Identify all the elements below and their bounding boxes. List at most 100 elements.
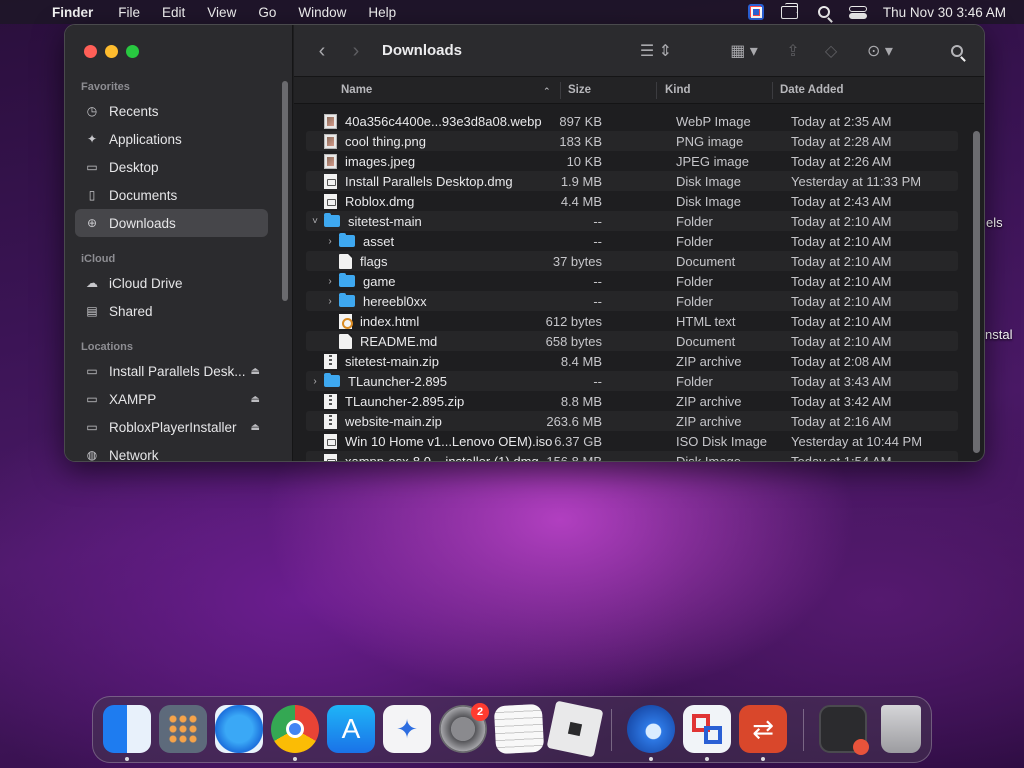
forward-button[interactable]: › (346, 40, 366, 62)
menu-file[interactable]: File (107, 5, 151, 20)
eject-icon[interactable]: ⏏ (251, 366, 260, 377)
sidebar-item-network[interactable]: ◍ Network (75, 441, 268, 462)
sidebar-item-applications[interactable]: ✦ Applications (75, 125, 268, 153)
back-button[interactable]: ‹ (312, 40, 332, 62)
app-store-dock-icon[interactable]: A (327, 705, 375, 753)
finder-dock-icon[interactable] (103, 705, 151, 753)
safari-dock-icon[interactable] (215, 705, 263, 753)
sidebar-item-shared[interactable]: ▤ Shared (75, 297, 268, 325)
group-view-icon[interactable]: ▦ ▾ (724, 40, 764, 62)
disclosure-triangle-icon[interactable]: ˅ (309, 216, 321, 227)
remote-desktop-dock-icon[interactable]: ⇄ (739, 705, 787, 753)
file-name: Win 10 Home v1...Lenovo OEM).iso (345, 433, 553, 449)
table-row[interactable]: cool thing.png 183 KB PNG image Today at 2:… (306, 131, 958, 151)
file-date-added: Yesterday at 11:33 PM (791, 173, 922, 189)
textedit-dock-icon[interactable] (493, 703, 545, 755)
table-row[interactable]: README.md 658 bytes Document Today at 2:10 … (306, 331, 958, 351)
sidebar-section-locations: Locations (81, 341, 133, 353)
desktop-icon-label[interactable]: els (986, 215, 1003, 230)
list-view-icon[interactable]: ☰ ⇕ (636, 40, 676, 62)
file-name-cell: README.md (324, 333, 437, 349)
sidebar-item-documents[interactable]: ▯ Documents (75, 181, 268, 209)
table-row[interactable]: › TLauncher-2.895 -- Folder Today at 3:43 AM (306, 371, 958, 391)
desktop-icon-label[interactable]: nstal (985, 327, 1012, 342)
file-size: 897 KB (559, 113, 602, 129)
table-row[interactable]: TLauncher-2.895.zip 8.8 MB ZIP archive Toda… (306, 391, 958, 411)
instruments-dock-icon[interactable]: ✦ (383, 705, 431, 753)
sidebar-item-label: XAMPP (109, 391, 157, 407)
table-row[interactable]: ˅ sitetest-main -- Folder Today at 2:10 AM (306, 211, 958, 231)
screen-recording-dock-icon[interactable] (819, 705, 869, 755)
table-row[interactable]: images.jpeg 10 KB JPEG image Today at 2:26 … (306, 151, 958, 171)
parallels-status-icon[interactable] (739, 0, 773, 24)
file-date-added: Today at 2:10 AM (791, 253, 892, 269)
document-icon (339, 333, 352, 349)
search-icon[interactable] (946, 40, 968, 62)
table-row[interactable]: index.html 612 bytes HTML text Today at 2:1… (306, 311, 958, 331)
table-row[interactable]: › game -- Folder Today at 2:10 AM (306, 271, 958, 291)
column-header-name[interactable]: Name (341, 84, 372, 96)
spotlight-search-icon[interactable] (807, 0, 841, 24)
table-row[interactable]: flags 37 bytes Document Today at 2:10 AM (306, 251, 958, 271)
file-name: 40a356c4400e...93e3d8a08.webp (345, 113, 542, 129)
parallels-dock-icon[interactable] (683, 705, 731, 753)
table-row[interactable]: Install Parallels Desktop.dmg 1.9 MB Disk … (306, 171, 958, 191)
column-header-kind[interactable]: Kind (665, 84, 691, 96)
sidebar-item-desktop[interactable]: ▭ Desktop (75, 153, 268, 181)
menu-go[interactable]: Go (247, 5, 287, 20)
disclosure-triangle-icon[interactable]: › (324, 296, 336, 307)
document-icon (339, 253, 352, 269)
menu-help[interactable]: Help (357, 5, 407, 20)
roblox-dock-icon[interactable] (546, 700, 604, 758)
disclosure-triangle-icon[interactable]: › (324, 236, 336, 247)
table-row[interactable]: xampp-osx-8.0....installer (1).dmg 156.8 … (306, 451, 958, 461)
sidebar-scrollbar[interactable] (282, 81, 288, 301)
sort-ascending-icon[interactable]: ⌃ (543, 86, 551, 97)
file-list-scrollbar[interactable] (973, 131, 980, 453)
control-center-icon[interactable] (841, 0, 875, 24)
minimize-window-button[interactable] (105, 45, 118, 58)
menu-app-name[interactable]: Finder (40, 5, 107, 20)
table-row[interactable]: › asset -- Folder Today at 2:10 AM (306, 231, 958, 251)
disclosure-triangle-icon[interactable]: › (324, 276, 336, 287)
table-row[interactable]: › hereebl0xx -- Folder Today at 2:10 AM (306, 291, 958, 311)
more-actions-icon[interactable]: ⊙ ▾ (860, 40, 900, 62)
table-row[interactable]: Win 10 Home v1...Lenovo OEM).iso 6.37 GB I… (306, 431, 958, 451)
close-window-button[interactable] (84, 45, 97, 58)
thunderbird-dock-icon[interactable] (627, 705, 675, 753)
zip-file-icon (324, 413, 337, 429)
chrome-dock-icon[interactable] (271, 705, 319, 753)
sidebar-item-recents[interactable]: ◷ Recents (75, 97, 268, 125)
sidebar-item-downloads[interactable]: ⊕ Downloads (75, 209, 268, 237)
screen-mirroring-icon[interactable] (773, 0, 807, 24)
table-row[interactable]: website-main.zip 263.6 MB ZIP archive Today… (306, 411, 958, 431)
menu-clock[interactable]: Thu Nov 30 3:46 AM (875, 5, 1024, 20)
disclosure-triangle-icon[interactable]: › (309, 376, 321, 387)
sidebar-item-label: Downloads (109, 215, 176, 231)
disk-icon: ▭ (86, 364, 98, 378)
file-name-cell: › game (324, 273, 396, 289)
share-icon[interactable]: ⇪ (782, 40, 804, 62)
file-kind: ZIP archive (676, 353, 742, 369)
zoom-window-button[interactable] (126, 45, 139, 58)
sidebar-item-install-parallels[interactable]: ▭ Install Parallels Desk... ⏏ (75, 357, 268, 385)
menu-edit[interactable]: Edit (151, 5, 196, 20)
menu-view[interactable]: View (196, 5, 247, 20)
file-size: 612 bytes (545, 313, 602, 329)
column-header-date-added[interactable]: Date Added (780, 84, 843, 96)
clock-icon: ◷ (86, 104, 98, 118)
launchpad-dock-icon[interactable] (159, 705, 207, 753)
eject-icon[interactable]: ⏏ (251, 422, 260, 433)
column-header-size[interactable]: Size (568, 84, 591, 96)
file-name-cell: cool thing.png (309, 133, 426, 149)
sidebar-item-icloud-drive[interactable]: ☁ iCloud Drive (75, 269, 268, 297)
table-row[interactable]: Roblox.dmg 4.4 MB Disk Image Today at 2:43 … (306, 191, 958, 211)
sidebar-item-xampp[interactable]: ▭ XAMPP ⏏ (75, 385, 268, 413)
table-row[interactable]: sitetest-main.zip 8.4 MB ZIP archive Today … (306, 351, 958, 371)
table-row[interactable]: 40a356c4400e...93e3d8a08.webp 897 KB WebP … (306, 111, 958, 131)
sidebar-item-roblox-installer[interactable]: ▭ RobloxPlayerInstaller ⏏ (75, 413, 268, 441)
eject-icon[interactable]: ⏏ (251, 394, 260, 405)
tag-icon[interactable]: ◇ (820, 40, 842, 62)
trash-dock-icon[interactable] (881, 705, 921, 753)
menu-window[interactable]: Window (287, 5, 357, 20)
